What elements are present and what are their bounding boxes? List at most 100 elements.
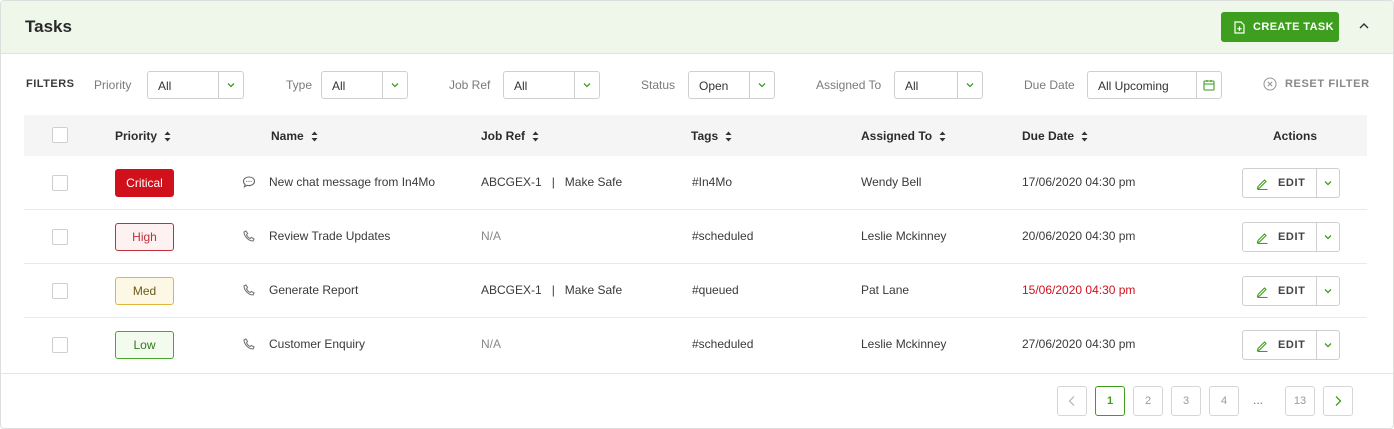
pagination-next-button[interactable] bbox=[1323, 386, 1353, 416]
pencil-icon bbox=[1256, 340, 1268, 352]
pencil-icon bbox=[1256, 232, 1268, 244]
due-date-filter-input[interactable]: All Upcoming bbox=[1087, 71, 1222, 99]
assigned-to: Leslie Mckinney bbox=[861, 229, 947, 243]
close-circle-icon bbox=[1263, 77, 1277, 91]
select-all-checkbox[interactable] bbox=[52, 127, 68, 143]
edit-button-group: EDIT bbox=[1242, 168, 1340, 198]
pagination-prev-button[interactable] bbox=[1057, 386, 1087, 416]
priority-badge-med: Med bbox=[115, 277, 174, 305]
task-name[interactable]: Customer Enquiry bbox=[269, 337, 365, 351]
footer-divider bbox=[1, 373, 1393, 374]
tags: #In4Mo bbox=[692, 175, 733, 189]
due-date-filter-value: All Upcoming bbox=[1098, 79, 1169, 93]
tasks-panel: Tasks CREATE TASK FILTERS Priority All T… bbox=[0, 0, 1394, 429]
sort-icon bbox=[164, 131, 171, 141]
column-header-priority[interactable]: Priority bbox=[115, 129, 171, 143]
column-header-label: Name bbox=[271, 129, 304, 143]
assigned-to-filter-select[interactable]: All bbox=[894, 71, 983, 99]
column-header-due-date[interactable]: Due Date bbox=[1022, 129, 1088, 143]
priority-badge-high: High bbox=[115, 223, 174, 251]
edit-label: EDIT bbox=[1278, 231, 1306, 243]
column-header-assigned-to[interactable]: Assigned To bbox=[861, 129, 946, 143]
chevron-down-icon bbox=[749, 72, 774, 98]
phone-icon bbox=[243, 284, 255, 296]
chevron-down-icon bbox=[1324, 181, 1332, 186]
job-ref[interactable]: ABCGEX-1 | Make Safe bbox=[481, 175, 622, 189]
reset-filter-button[interactable]: RESET FILTER bbox=[1263, 77, 1370, 91]
chat-icon bbox=[242, 176, 256, 188]
sort-icon bbox=[311, 131, 318, 141]
status-filter-label: Status bbox=[641, 78, 676, 92]
edit-dropdown-toggle[interactable] bbox=[1316, 169, 1339, 197]
due-date-filter-label: Due Date bbox=[1024, 78, 1075, 92]
priority-badge-low: Low bbox=[115, 331, 174, 359]
edit-button[interactable]: EDIT bbox=[1243, 277, 1317, 305]
edit-button-group: EDIT bbox=[1242, 276, 1340, 306]
pencil-icon bbox=[1256, 286, 1268, 298]
due-date: 27/06/2020 04:30 pm bbox=[1022, 337, 1136, 351]
task-name[interactable]: Review Trade Updates bbox=[269, 229, 390, 243]
column-header-name[interactable]: Name bbox=[271, 129, 318, 143]
table-header: Priority Name Job Ref Tags Assigned To D… bbox=[24, 115, 1367, 156]
edit-dropdown-toggle[interactable] bbox=[1316, 223, 1339, 251]
edit-dropdown-toggle[interactable] bbox=[1316, 331, 1339, 359]
task-name[interactable]: Generate Report bbox=[269, 283, 358, 297]
table-row: Med Generate Report ABCGEX-1 | Make Safe… bbox=[24, 264, 1367, 318]
row-checkbox[interactable] bbox=[52, 283, 68, 299]
chevron-up-icon[interactable] bbox=[1357, 19, 1371, 33]
edit-dropdown-toggle[interactable] bbox=[1316, 277, 1339, 305]
type-filter-select[interactable]: All bbox=[321, 71, 408, 99]
job-ref-filter-select[interactable]: All bbox=[503, 71, 600, 99]
edit-label: EDIT bbox=[1278, 285, 1306, 297]
pagination-page-last[interactable]: 13 bbox=[1285, 386, 1315, 416]
job-ref[interactable]: ABCGEX-1 | Make Safe bbox=[481, 283, 622, 297]
priority-filter-select[interactable]: All bbox=[147, 71, 244, 99]
phone-icon bbox=[243, 230, 255, 242]
due-date: 17/06/2020 04:30 pm bbox=[1022, 175, 1136, 189]
edit-button[interactable]: EDIT bbox=[1243, 169, 1317, 197]
chevron-down-icon bbox=[382, 72, 407, 98]
panel-header: Tasks CREATE TASK bbox=[1, 1, 1393, 54]
column-header-label: Tags bbox=[691, 129, 719, 143]
assigned-to: Leslie Mckinney bbox=[861, 337, 947, 351]
job-ref: N/A bbox=[481, 229, 502, 243]
type-filter-value: All bbox=[332, 79, 346, 93]
calendar-icon[interactable] bbox=[1196, 72, 1221, 98]
column-header-label: Job Ref bbox=[481, 129, 526, 143]
tags: #scheduled bbox=[692, 229, 754, 243]
sort-icon bbox=[725, 131, 732, 141]
assigned-to: Pat Lane bbox=[861, 283, 910, 297]
table-row: High Review Trade Updates N/A #scheduled… bbox=[24, 210, 1367, 264]
assigned-to-filter-value: All bbox=[905, 79, 919, 93]
pagination-page-3[interactable]: 3 bbox=[1171, 386, 1201, 416]
sort-icon bbox=[532, 131, 539, 141]
row-checkbox[interactable] bbox=[52, 337, 68, 353]
row-checkbox[interactable] bbox=[52, 229, 68, 245]
job-ref-filter-label: Job Ref bbox=[449, 78, 491, 92]
edit-button[interactable]: EDIT bbox=[1243, 331, 1317, 359]
task-name[interactable]: New chat message from In4Mo bbox=[269, 175, 435, 189]
chevron-down-icon bbox=[1324, 235, 1332, 240]
edit-label: EDIT bbox=[1278, 177, 1306, 189]
priority-filter-value: All bbox=[158, 79, 172, 93]
job-ref: N/A bbox=[481, 337, 502, 351]
priority-filter-label: Priority bbox=[94, 78, 132, 92]
filters-label: FILTERS bbox=[26, 78, 75, 90]
job-ref-filter-value: All bbox=[514, 79, 528, 93]
tags: #scheduled bbox=[692, 337, 754, 351]
chevron-left-icon bbox=[1068, 396, 1075, 406]
pencil-icon bbox=[1256, 178, 1268, 190]
pagination-page-2[interactable]: 2 bbox=[1133, 386, 1163, 416]
column-header-job-ref[interactable]: Job Ref bbox=[481, 129, 539, 143]
pagination-page-4[interactable]: 4 bbox=[1209, 386, 1239, 416]
edit-button[interactable]: EDIT bbox=[1243, 223, 1317, 251]
document-plus-icon bbox=[1234, 20, 1245, 34]
pagination-ellipsis: ... bbox=[1253, 393, 1264, 407]
status-filter-select[interactable]: Open bbox=[688, 71, 775, 99]
edit-button-group: EDIT bbox=[1242, 330, 1340, 360]
row-checkbox[interactable] bbox=[52, 175, 68, 191]
pagination-page-1[interactable]: 1 bbox=[1095, 386, 1125, 416]
table-row: Low Customer Enquiry N/A #scheduled Lesl… bbox=[24, 318, 1367, 372]
column-header-tags[interactable]: Tags bbox=[691, 129, 732, 143]
create-task-button[interactable]: CREATE TASK bbox=[1221, 12, 1339, 42]
